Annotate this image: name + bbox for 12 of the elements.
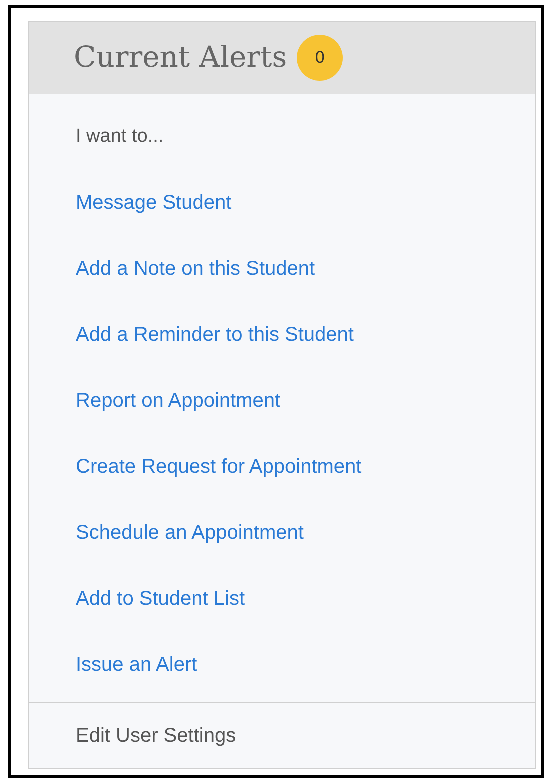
action-link[interactable]: Add a Reminder to this Student	[76, 320, 354, 350]
alert-count-badge: 0	[297, 35, 344, 81]
action-link[interactable]: Add a Note on this Student	[76, 254, 316, 284]
settings-link[interactable]: Edit User Settings	[76, 720, 236, 750]
action-link[interactable]: Report on Appointment	[76, 386, 281, 416]
action-link[interactable]: Create Request for Appointment	[76, 452, 362, 482]
panel-title: Current Alerts	[74, 39, 288, 76]
intro-text: I want to...	[76, 125, 165, 149]
action-link[interactable]: Schedule an Appointment	[76, 518, 304, 548]
action-link[interactable]: Issue an Alert	[76, 650, 198, 680]
action-link[interactable]: Add to Student List	[76, 584, 246, 614]
action-link[interactable]: Message Student	[76, 188, 232, 218]
